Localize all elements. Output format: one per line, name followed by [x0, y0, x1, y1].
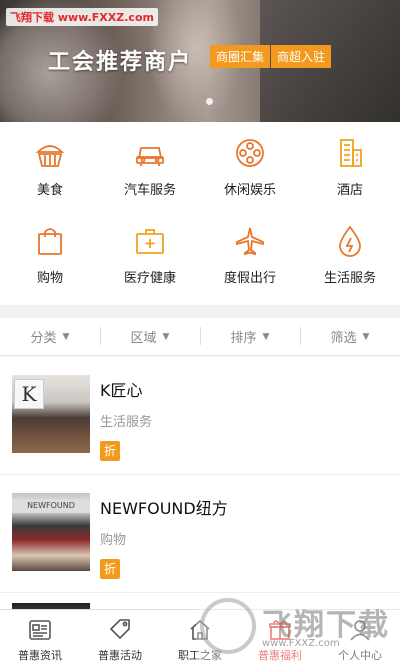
tab-label: 普惠资讯	[18, 649, 62, 662]
category-label: 生活服务	[323, 271, 376, 286]
medical-kit-icon	[136, 229, 164, 254]
category-food[interactable]: 美食	[0, 122, 100, 210]
carousel-indicator-dot[interactable]	[206, 98, 213, 105]
category-car-service[interactable]: 汽车服务	[100, 122, 200, 210]
banner-tag: 商圈汇集	[210, 45, 271, 68]
shopping-bag-icon	[38, 228, 62, 255]
category-label: 休闲娱乐	[223, 183, 276, 198]
tab-label: 普惠活动	[98, 649, 142, 662]
watermark-url: www.FXXZ.com	[262, 638, 340, 649]
watermark-logo-icon	[200, 598, 256, 654]
filter-label: 筛选	[330, 331, 357, 346]
airplane-icon	[236, 227, 264, 256]
caret-down-icon: ▼	[62, 331, 70, 342]
banner-title: 工会推荐商户	[48, 50, 193, 75]
news-icon	[29, 620, 51, 640]
merchant-thumbnail: K	[12, 375, 90, 453]
filter-screen[interactable]: 筛选 ▼	[300, 327, 400, 346]
car-icon	[136, 147, 164, 166]
cake-icon	[35, 145, 65, 167]
merchant-type: 生活服务	[100, 415, 153, 430]
list-item[interactable]: NEWFOUND NEWFOUND纽方 购物 折	[0, 475, 400, 593]
film-reel-icon	[236, 139, 264, 167]
category-label: 购物	[36, 271, 63, 286]
tab-activities[interactable]: 普惠活动	[80, 610, 160, 667]
category-hotel[interactable]: 酒店	[300, 122, 400, 210]
filter-label: 区域	[130, 331, 157, 346]
category-label: 汽车服务	[123, 183, 176, 198]
filter-category[interactable]: 分类 ▼	[0, 327, 100, 346]
category-shopping[interactable]: 购物	[0, 210, 100, 305]
banner-tag: 商超入驻	[271, 45, 332, 68]
category-label: 美食	[36, 183, 63, 198]
tag-icon	[109, 619, 130, 640]
list-item[interactable]: K K匠心 生活服务 折	[0, 357, 400, 475]
category-medical[interactable]: 医疗健康	[100, 210, 200, 305]
filter-bar: 分类 ▼ 区域 ▼ 排序 ▼ 筛选 ▼	[0, 318, 400, 356]
caret-down-icon: ▼	[262, 331, 270, 342]
lightning-drop-icon	[339, 225, 361, 257]
category-travel[interactable]: 度假出行	[200, 210, 300, 305]
category-grid: 美食 汽车服务 休闲娱乐 酒店 购物 医疗健康 度假出行 生活服务	[0, 122, 400, 305]
merchant-thumbnail: NEWFOUND	[12, 493, 90, 571]
store-sign: K	[14, 379, 44, 409]
category-label: 医疗健康	[123, 271, 176, 286]
caret-down-icon: ▼	[362, 331, 370, 342]
discount-badge: 折	[100, 441, 120, 461]
filter-sort[interactable]: 排序 ▼	[200, 327, 300, 346]
caret-down-icon: ▼	[162, 331, 170, 342]
merchant-type: 购物	[100, 533, 127, 548]
category-life-service[interactable]: 生活服务	[300, 210, 400, 305]
tab-news[interactable]: 普惠资讯	[0, 610, 80, 667]
merchant-name: NEWFOUND纽方	[100, 499, 228, 518]
merchant-list: K K匠心 生活服务 折 NEWFOUND NEWFOUND纽方 购物 折	[0, 357, 400, 609]
discount-badge: 折	[100, 559, 120, 579]
category-leisure[interactable]: 休闲娱乐	[200, 122, 300, 210]
banner-carousel[interactable]: 飞翔下载 www.FXXZ.com 工会推荐商户 商圈汇集 商超入驻	[0, 0, 400, 122]
banner-tags: 商圈汇集 商超入驻	[210, 45, 332, 68]
watermark-top: 飞翔下载 www.FXXZ.com	[6, 8, 158, 26]
filter-label: 排序	[230, 331, 257, 346]
category-label: 度假出行	[223, 271, 276, 286]
building-icon	[340, 139, 362, 167]
category-label: 酒店	[336, 183, 363, 198]
filter-label: 分类	[30, 331, 57, 346]
filter-area[interactable]: 区域 ▼	[100, 327, 200, 346]
merchant-name: K匠心	[100, 381, 143, 400]
store-sign: NEWFOUND	[12, 499, 90, 513]
